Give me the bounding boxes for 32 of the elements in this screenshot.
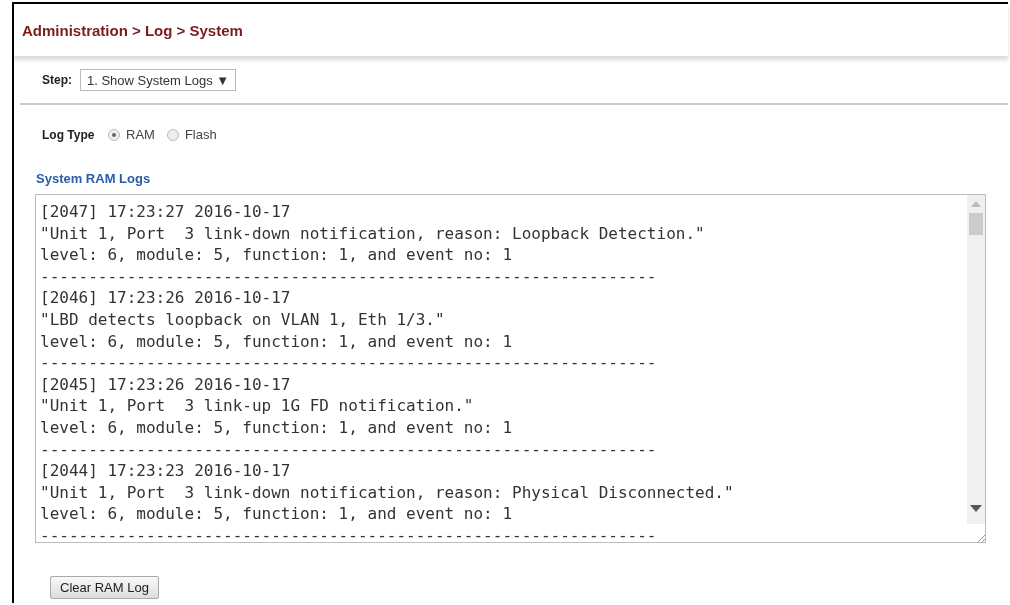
log-message: "Unit 1, Port 3 link-up 1G FD notification." xyxy=(40,395,475,417)
scrollbar[interactable] xyxy=(967,195,985,542)
step-dropdown[interactable]: 1. Show System Logs ▼ xyxy=(80,69,237,91)
down-arrow-icon[interactable] xyxy=(970,505,982,512)
radio-button[interactable] xyxy=(108,128,120,141)
section-title: System RAM Logs xyxy=(35,170,152,188)
scrollbar-thumb[interactable] xyxy=(969,213,983,235)
log-type-label: Log Type xyxy=(42,127,96,142)
log-details: level: 6, module: 5, function: 1, and event no: 1 xyxy=(40,416,513,439)
radio-button[interactable] xyxy=(166,128,179,141)
log-separator: ---------------------------------------------------------------- xyxy=(40,352,658,374)
log-header: [2047] 17:23:27 2016-10-17 xyxy=(40,201,292,223)
step-label: Step: xyxy=(42,73,72,87)
log-separator: ---------------------------------------------------------------- xyxy=(40,438,658,461)
log-header: [2044] 17:23:23 2016-10-17 xyxy=(40,460,292,482)
log-message: "Unit 1, Port 3 link-down notification, reason: Loopback Detection." xyxy=(40,222,706,245)
radio-label: RAM xyxy=(126,127,155,142)
radio-label: Flash xyxy=(184,127,217,142)
log-separator: ---------------------------------------------------------------- xyxy=(40,524,658,542)
log-header: [2046] 17:23:26 2016-10-17 xyxy=(40,287,292,309)
resize-grip-icon[interactable] xyxy=(977,534,985,542)
page-title: Administration > Log > System xyxy=(22,21,243,39)
log-text-area[interactable] xyxy=(35,194,986,543)
log-message: "Unit 1, Port 3 link-down notification, reason: Physical Disconnected." xyxy=(40,481,735,504)
log-details: level: 6, module: 5, function: 1, and event no: 1 xyxy=(40,503,513,525)
log-message: "LBD detects loopback on VLAN 1, Eth 1/3." xyxy=(40,308,446,331)
log-details: level: 6, module: 5, function: 1, and event no: 1 xyxy=(40,244,513,266)
up-arrow-icon[interactable] xyxy=(971,201,981,207)
log-header: [2045] 17:23:26 2016-10-17 xyxy=(40,373,292,396)
clear-log-button[interactable]: Clear RAM Log xyxy=(50,576,159,599)
log-details: level: 6, module: 5, function: 1, and event no: 1 xyxy=(40,330,513,353)
log-separator: ---------------------------------------------------------------- xyxy=(40,265,658,288)
